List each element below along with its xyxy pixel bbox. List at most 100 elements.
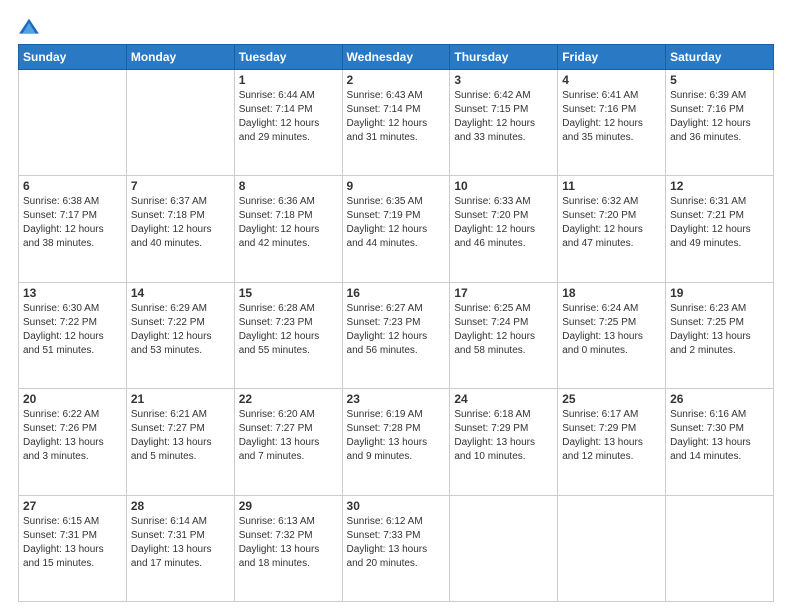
calendar-cell: 3 Sunrise: 6:42 AM Sunset: 7:15 PM Daylig… bbox=[450, 70, 558, 176]
logo-icon bbox=[18, 16, 40, 38]
day-number: 23 bbox=[347, 392, 446, 406]
day-detail: Sunrise: 6:36 AM Sunset: 7:18 PM Dayligh… bbox=[239, 195, 338, 251]
col-header-sunday: Sunday bbox=[19, 45, 127, 70]
week-row-4: 20 Sunrise: 6:22 AM Sunset: 7:26 PM Dayli… bbox=[19, 389, 774, 495]
calendar-cell: 18 Sunrise: 6:24 AM Sunset: 7:25 PM Dayli… bbox=[558, 282, 666, 388]
day-number: 20 bbox=[23, 392, 122, 406]
day-detail: Sunrise: 6:25 AM Sunset: 7:24 PM Dayligh… bbox=[454, 302, 553, 358]
col-header-wednesday: Wednesday bbox=[342, 45, 450, 70]
calendar-cell: 15Sunrise: 6:28 AM Sunset: 7:23 PM Dayli… bbox=[234, 282, 342, 388]
day-number: 11 bbox=[562, 179, 661, 193]
day-detail: Sunrise: 6:13 AM Sunset: 7:32 PM Dayligh… bbox=[239, 515, 338, 571]
calendar-cell bbox=[666, 495, 774, 601]
calendar-cell: 16 Sunrise: 6:27 AM Sunset: 7:23 PM Dayli… bbox=[342, 282, 450, 388]
calendar-table: SundayMondayTuesdayWednesdayThursdayFrid… bbox=[18, 44, 774, 602]
day-number: 14 bbox=[131, 286, 230, 300]
day-number: 29 bbox=[239, 499, 338, 513]
calendar-cell: 11 Sunrise: 6:32 AM Sunset: 7:20 PM Dayli… bbox=[558, 176, 666, 282]
day-detail: Sunrise: 6:37 AM Sunset: 7:18 PM Dayligh… bbox=[131, 195, 230, 251]
calendar-cell: 9Sunrise: 6:35 AM Sunset: 7:19 PM Daylig… bbox=[342, 176, 450, 282]
day-number: 21 bbox=[131, 392, 230, 406]
calendar-cell bbox=[126, 70, 234, 176]
day-detail: Sunrise: 6:23 AM Sunset: 7:25 PM Dayligh… bbox=[670, 302, 769, 358]
col-header-thursday: Thursday bbox=[450, 45, 558, 70]
day-number: 3 bbox=[454, 73, 553, 87]
day-number: 1 bbox=[239, 73, 338, 87]
calendar-cell: 26Sunrise: 6:16 AM Sunset: 7:30 PM Dayli… bbox=[666, 389, 774, 495]
calendar-cell: 10 Sunrise: 6:33 AM Sunset: 7:20 PM Dayli… bbox=[450, 176, 558, 282]
calendar-cell: 7 Sunrise: 6:37 AM Sunset: 7:18 PM Daylig… bbox=[126, 176, 234, 282]
calendar-cell: 1 Sunrise: 6:44 AM Sunset: 7:14 PM Daylig… bbox=[234, 70, 342, 176]
calendar-cell: 21 Sunrise: 6:21 AM Sunset: 7:27 PM Dayli… bbox=[126, 389, 234, 495]
day-number: 8 bbox=[239, 179, 338, 193]
calendar-cell bbox=[19, 70, 127, 176]
week-row-5: 27 Sunrise: 6:15 AM Sunset: 7:31 PM Dayli… bbox=[19, 495, 774, 601]
calendar-cell: 24Sunrise: 6:18 AM Sunset: 7:29 PM Dayli… bbox=[450, 389, 558, 495]
day-detail: Sunrise: 6:15 AM Sunset: 7:31 PM Dayligh… bbox=[23, 515, 122, 571]
calendar-cell: 25Sunrise: 6:17 AM Sunset: 7:29 PM Dayli… bbox=[558, 389, 666, 495]
day-detail: Sunrise: 6:16 AM Sunset: 7:30 PM Dayligh… bbox=[670, 408, 769, 464]
day-number: 22 bbox=[239, 392, 338, 406]
day-number: 17 bbox=[454, 286, 553, 300]
col-header-tuesday: Tuesday bbox=[234, 45, 342, 70]
day-number: 24 bbox=[454, 392, 553, 406]
calendar-cell: 23 Sunrise: 6:19 AM Sunset: 7:28 PM Dayli… bbox=[342, 389, 450, 495]
calendar-cell: 14 Sunrise: 6:29 AM Sunset: 7:22 PM Dayli… bbox=[126, 282, 234, 388]
day-detail: Sunrise: 6:38 AM Sunset: 7:17 PM Dayligh… bbox=[23, 195, 122, 251]
day-detail: Sunrise: 6:44 AM Sunset: 7:14 PM Dayligh… bbox=[239, 89, 338, 145]
calendar-cell: 17 Sunrise: 6:25 AM Sunset: 7:24 PM Dayli… bbox=[450, 282, 558, 388]
day-detail: Sunrise: 6:19 AM Sunset: 7:28 PM Dayligh… bbox=[347, 408, 446, 464]
day-number: 16 bbox=[347, 286, 446, 300]
page: SundayMondayTuesdayWednesdayThursdayFrid… bbox=[0, 0, 792, 612]
calendar-cell: 20 Sunrise: 6:22 AM Sunset: 7:26 PM Dayli… bbox=[19, 389, 127, 495]
day-number: 10 bbox=[454, 179, 553, 193]
day-number: 7 bbox=[131, 179, 230, 193]
calendar-cell: 6Sunrise: 6:38 AM Sunset: 7:17 PM Daylig… bbox=[19, 176, 127, 282]
day-number: 28 bbox=[131, 499, 230, 513]
day-detail: Sunrise: 6:24 AM Sunset: 7:25 PM Dayligh… bbox=[562, 302, 661, 358]
day-detail: Sunrise: 6:32 AM Sunset: 7:20 PM Dayligh… bbox=[562, 195, 661, 251]
col-header-monday: Monday bbox=[126, 45, 234, 70]
day-detail: Sunrise: 6:39 AM Sunset: 7:16 PM Dayligh… bbox=[670, 89, 769, 145]
day-detail: Sunrise: 6:27 AM Sunset: 7:23 PM Dayligh… bbox=[347, 302, 446, 358]
calendar-cell bbox=[450, 495, 558, 601]
day-detail: Sunrise: 6:29 AM Sunset: 7:22 PM Dayligh… bbox=[131, 302, 230, 358]
calendar-cell: 5Sunrise: 6:39 AM Sunset: 7:16 PM Daylig… bbox=[666, 70, 774, 176]
calendar-cell: 28 Sunrise: 6:14 AM Sunset: 7:31 PM Dayli… bbox=[126, 495, 234, 601]
calendar-cell: 30Sunrise: 6:12 AM Sunset: 7:33 PM Dayli… bbox=[342, 495, 450, 601]
week-row-3: 13 Sunrise: 6:30 AM Sunset: 7:22 PM Dayli… bbox=[19, 282, 774, 388]
day-number: 25 bbox=[562, 392, 661, 406]
day-detail: Sunrise: 6:12 AM Sunset: 7:33 PM Dayligh… bbox=[347, 515, 446, 571]
calendar-cell: 13 Sunrise: 6:30 AM Sunset: 7:22 PM Dayli… bbox=[19, 282, 127, 388]
day-detail: Sunrise: 6:20 AM Sunset: 7:27 PM Dayligh… bbox=[239, 408, 338, 464]
day-detail: Sunrise: 6:14 AM Sunset: 7:31 PM Dayligh… bbox=[131, 515, 230, 571]
day-detail: Sunrise: 6:41 AM Sunset: 7:16 PM Dayligh… bbox=[562, 89, 661, 145]
week-row-2: 6Sunrise: 6:38 AM Sunset: 7:17 PM Daylig… bbox=[19, 176, 774, 282]
day-number: 13 bbox=[23, 286, 122, 300]
calendar-cell: 29 Sunrise: 6:13 AM Sunset: 7:32 PM Dayli… bbox=[234, 495, 342, 601]
calendar-cell: 2 Sunrise: 6:43 AM Sunset: 7:14 PM Daylig… bbox=[342, 70, 450, 176]
calendar-cell: 12Sunrise: 6:31 AM Sunset: 7:21 PM Dayli… bbox=[666, 176, 774, 282]
day-detail: Sunrise: 6:42 AM Sunset: 7:15 PM Dayligh… bbox=[454, 89, 553, 145]
calendar-cell: 19 Sunrise: 6:23 AM Sunset: 7:25 PM Dayli… bbox=[666, 282, 774, 388]
day-detail: Sunrise: 6:22 AM Sunset: 7:26 PM Dayligh… bbox=[23, 408, 122, 464]
logo bbox=[18, 16, 44, 38]
calendar-cell: 4 Sunrise: 6:41 AM Sunset: 7:16 PM Daylig… bbox=[558, 70, 666, 176]
day-number: 4 bbox=[562, 73, 661, 87]
day-detail: Sunrise: 6:43 AM Sunset: 7:14 PM Dayligh… bbox=[347, 89, 446, 145]
day-detail: Sunrise: 6:30 AM Sunset: 7:22 PM Dayligh… bbox=[23, 302, 122, 358]
day-detail: Sunrise: 6:35 AM Sunset: 7:19 PM Dayligh… bbox=[347, 195, 446, 251]
day-detail: Sunrise: 6:21 AM Sunset: 7:27 PM Dayligh… bbox=[131, 408, 230, 464]
day-number: 19 bbox=[670, 286, 769, 300]
day-detail: Sunrise: 6:31 AM Sunset: 7:21 PM Dayligh… bbox=[670, 195, 769, 251]
day-detail: Sunrise: 6:33 AM Sunset: 7:20 PM Dayligh… bbox=[454, 195, 553, 251]
day-number: 2 bbox=[347, 73, 446, 87]
col-header-friday: Friday bbox=[558, 45, 666, 70]
calendar-cell: 8 Sunrise: 6:36 AM Sunset: 7:18 PM Daylig… bbox=[234, 176, 342, 282]
header bbox=[18, 16, 774, 38]
header-row: SundayMondayTuesdayWednesdayThursdayFrid… bbox=[19, 45, 774, 70]
col-header-saturday: Saturday bbox=[666, 45, 774, 70]
day-number: 18 bbox=[562, 286, 661, 300]
day-detail: Sunrise: 6:28 AM Sunset: 7:23 PM Dayligh… bbox=[239, 302, 338, 358]
day-number: 27 bbox=[23, 499, 122, 513]
